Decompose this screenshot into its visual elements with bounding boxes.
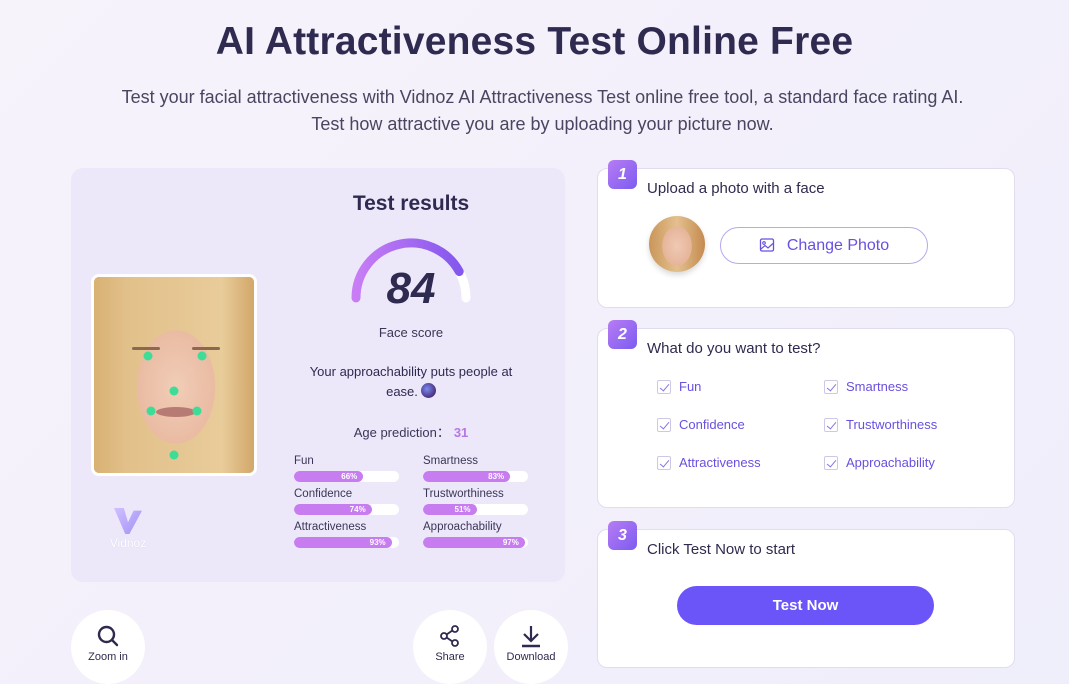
face-detail [156,407,196,417]
metric-bar-fill: 83% [423,471,511,482]
face-score-value: 84 [386,264,436,313]
share-icon [440,625,459,647]
age-prediction: Age prediction： 31 [321,422,501,441]
brand-name: Vidnoz [109,536,147,550]
metric-bar: 51% [423,504,528,515]
option-approachability[interactable]: Approachability [824,455,991,470]
checkbox-checked-icon[interactable] [824,379,838,394]
face-score-label: Face score [378,325,444,340]
share-button[interactable]: Share [413,610,487,684]
face-detail [192,347,220,350]
landmark-dot [143,351,153,361]
image-icon [759,238,774,252]
metric-smartness: Smartness 83% [423,455,528,482]
metric-bar-fill: 93% [294,537,392,548]
results-title: Test results [352,192,470,215]
metric-bar-fill: 97% [423,537,525,548]
share-label: Share [435,651,465,663]
face-detail [132,347,160,350]
metric-label: Smartness [423,455,478,467]
vidnoz-logo-icon [114,508,142,534]
step-number-badge: 3 [608,521,637,550]
change-photo-label: Change Photo [786,237,890,254]
option-label: Smartness [846,379,909,394]
option-attractiveness[interactable]: Attractiveness [657,455,824,470]
metric-fun: Fun 66% [294,455,399,482]
age-label: Age prediction： [353,425,450,440]
metric-bar: 66% [294,471,399,482]
metric-label: Fun [294,455,314,467]
download-label: Download [506,651,556,663]
landmark-dot [197,351,207,361]
metric-bar-fill: 51% [423,504,477,515]
option-trustworthiness[interactable]: Trustworthiness [824,417,991,432]
metric-bar: 74% [294,504,399,515]
landmark-dot [169,386,179,396]
search-icon [97,625,119,647]
step-title: What do you want to test? [647,340,821,357]
checkbox-checked-icon[interactable] [657,379,671,394]
metric-label: Trustworthiness [423,488,504,500]
page-subtitle: Test your facial attractiveness with Vid… [0,84,1069,138]
face-image [94,277,254,473]
page-title: AI Attractiveness Test Online Free [215,20,854,63]
metric-trustworthiness: Trustworthiness 51% [423,488,528,515]
option-label: Fun [679,379,702,394]
subtitle-line-2: Test how attractive you are by uploading… [311,114,774,134]
uploaded-photo-thumbnail [649,216,705,272]
metric-label: Confidence [294,488,353,500]
option-label: Trustworthiness [846,417,938,432]
option-label: Attractiveness [679,455,761,470]
checkbox-checked-icon[interactable] [657,417,671,432]
landmark-dot [169,450,179,460]
metric-bar: 83% [423,471,528,482]
step-options-card: 2 What do you want to test? Fun Smartnes… [597,320,1015,508]
description-text: Your approachability puts people at ease… [309,364,513,399]
checkbox-checked-icon[interactable] [657,455,671,470]
step-number-badge: 1 [608,160,637,189]
metric-label: Attractiveness [294,521,367,533]
metric-confidence: Confidence 74% [294,488,399,515]
step-title: Upload a photo with a face [647,180,825,197]
result-card: Vidnoz Test results 84 Face score Your a… [71,168,565,582]
test-now-button[interactable]: Test Now [677,586,934,625]
metric-approachability: Approachability 97% [423,521,528,548]
metric-bar-fill: 66% [294,471,364,482]
step-start-card: 3 Click Test Now to start Test Now [597,521,1015,668]
checkbox-checked-icon[interactable] [824,417,838,432]
face-photo [91,274,257,476]
landmark-dot [146,406,156,416]
metric-bar-fill: 74% [294,504,372,515]
result-description: Your approachability puts people at ease… [296,362,526,402]
metrics-grid: Fun 66% Smartness 83% Confidence 74% Tru… [294,455,534,548]
metric-attractiveness: Attractiveness 93% [294,521,399,548]
option-smartness[interactable]: Smartness [824,379,991,394]
option-label: Confidence [679,417,745,432]
option-confidence[interactable]: Confidence [657,417,824,432]
download-button[interactable]: Download [494,610,568,684]
zoom-in-label: Zoom in [88,651,128,663]
checkbox-checked-icon[interactable] [824,455,838,470]
age-value: 31 [453,425,469,440]
option-fun[interactable]: Fun [657,379,824,394]
sparkle-emoji-icon [420,383,436,398]
step-title: Click Test Now to start [647,541,796,558]
zoom-in-button[interactable]: Zoom in [71,610,145,684]
download-icon [522,626,540,648]
option-label: Approachability [846,455,935,470]
vidnoz-watermark: Vidnoz [103,508,153,550]
metric-bar: 93% [294,537,399,548]
change-photo-button[interactable]: Change Photo [720,227,928,264]
step-upload-card: 1 Upload a photo with a face Change Phot… [597,160,1015,308]
landmark-dot [192,406,202,416]
subtitle-line-1: Test your facial attractiveness with Vid… [121,87,964,107]
metric-label: Approachability [423,521,502,533]
step-number-badge: 2 [608,320,637,349]
test-options: Fun Smartness Confidence Trustworthiness… [657,379,991,470]
metric-bar: 97% [423,537,528,548]
